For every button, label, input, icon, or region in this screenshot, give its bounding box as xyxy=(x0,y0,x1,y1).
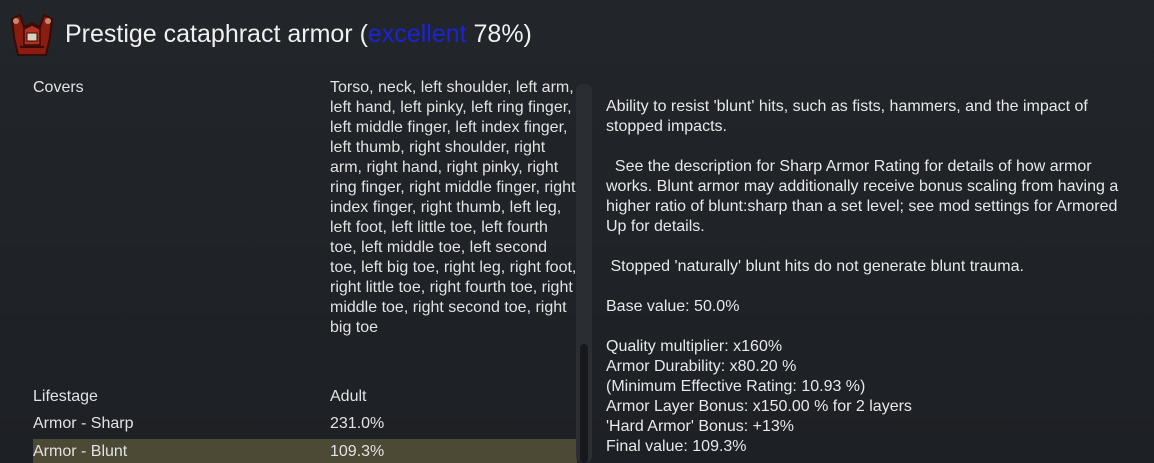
stat-label: Lifestage xyxy=(33,388,98,405)
stat-value: Torso, neck, left shoulder, left arm, le… xyxy=(330,79,577,336)
final-value: Final value: 109.3% xyxy=(606,438,747,455)
stat-label: Armor - Blunt xyxy=(33,443,128,460)
stat-row-armor-blunt[interactable]: Armor - Blunt 109.3% xyxy=(33,439,577,463)
info-window: Prestige cataphract armor (excellent 78%… xyxy=(0,0,1154,463)
stat-label: Armor - Sharp xyxy=(33,415,134,432)
armor-layer-bonus: Armor Layer Bonus: x150.00 % for 2 layer… xyxy=(606,398,912,415)
item-name: Prestige cataphract armor xyxy=(65,20,353,48)
minimum-effective-rating: (Minimum Effective Rating: 10.93 %) xyxy=(606,378,866,395)
quality-multiplier: Quality multiplier: x160% xyxy=(606,338,783,355)
stat-row-armor-sharp[interactable]: Armor - Sharp 231.0% xyxy=(33,414,577,434)
armor-icon xyxy=(6,11,58,59)
title-paren: ( xyxy=(352,20,368,48)
stats-scrollbar[interactable] xyxy=(576,84,592,463)
scrollbar-thumb[interactable] xyxy=(580,344,588,463)
stat-value: 231.0% xyxy=(330,415,385,432)
description-intro: Ability to resist 'blunt' hits, such as … xyxy=(606,98,1088,135)
stat-label: Covers xyxy=(33,79,84,96)
stats-list: Covers Torso, neck, left shoulder, left … xyxy=(33,78,577,463)
quality-label: excellent xyxy=(367,20,467,48)
armor-durability: Armor Durability: x80.20 % xyxy=(606,358,797,375)
hard-armor-bonus: 'Hard Armor' Bonus: +13% xyxy=(606,418,794,435)
description-note: Stopped 'naturally' blunt hits do not ge… xyxy=(606,258,1024,275)
hit-points-percent: 78%) xyxy=(466,20,532,48)
base-value: Base value: 50.0% xyxy=(606,298,740,315)
header: Prestige cataphract armor (excellent 78%… xyxy=(0,0,1154,72)
stat-row-lifestage[interactable]: Lifestage Adult xyxy=(33,387,577,407)
stat-value: Adult xyxy=(330,388,367,405)
item-title: Prestige cataphract armor (excellent 78%… xyxy=(65,18,532,50)
description-detail: See the description for Sharp Armor Rati… xyxy=(606,158,1123,235)
stat-row-covers[interactable]: Covers Torso, neck, left shoulder, left … xyxy=(33,78,577,378)
stat-value: 109.3% xyxy=(330,443,385,460)
stat-description: Ability to resist 'blunt' hits, such as … xyxy=(606,97,1136,457)
